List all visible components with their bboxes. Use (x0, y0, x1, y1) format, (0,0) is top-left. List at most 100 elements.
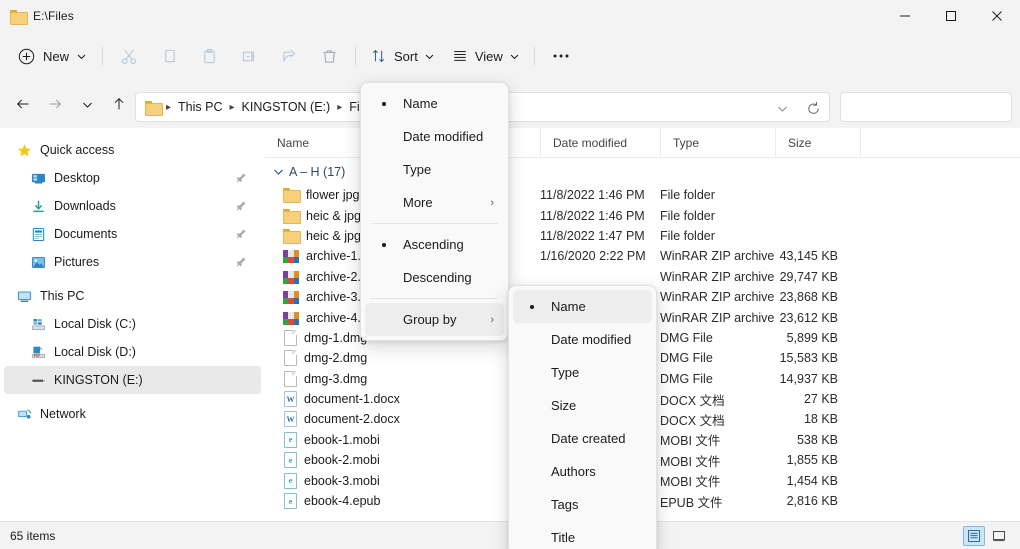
pin-icon[interactable] (235, 171, 247, 189)
sort-button[interactable]: Sort (362, 40, 443, 72)
radio-selected-icon (365, 101, 403, 106)
see-more-button[interactable] (541, 40, 581, 72)
sidebar-item-pictures[interactable]: Pictures (4, 248, 261, 276)
sidebar-item-label: Local Disk (C:) (54, 317, 136, 331)
menu-item-label: More (403, 195, 433, 210)
cut-button[interactable] (109, 40, 149, 72)
sort-menu-item-ascending[interactable]: Ascending (365, 228, 504, 261)
item-count-label: 65 items (10, 528, 56, 543)
file-explorer-window: E:\Files New Sort View ▸ This PC ▸ KINGS… (0, 0, 1020, 549)
delete-button[interactable] (309, 40, 349, 72)
pin-icon[interactable] (235, 199, 247, 217)
sort-menu-item-group-by[interactable]: Group by › (365, 303, 504, 336)
chevron-down-icon (510, 54, 519, 59)
group-by-item-authors[interactable]: Authors (513, 455, 652, 488)
zip-icon (283, 309, 299, 326)
sidebar-item-label: This PC (40, 289, 85, 303)
word-doc-icon: W (284, 391, 297, 408)
sidebar-item-label: Local Disk (D:) (54, 345, 136, 359)
breadcrumb-separator: ▸ (337, 101, 343, 113)
sidebar-item-this-pc[interactable]: This PC (4, 282, 261, 310)
group-by-item-tags[interactable]: Tags (513, 488, 652, 521)
sidebar-item-kingston-e[interactable]: KINGSTON (E:) (4, 366, 261, 394)
recent-locations-button[interactable] (72, 89, 102, 119)
sidebar-item-local-disk-c[interactable]: Local Disk (C:) (4, 310, 261, 338)
size-cell: 1,454 KB (786, 473, 838, 488)
search-input[interactable] (849, 100, 1010, 114)
group-by-item-date-created[interactable]: Date created (513, 422, 652, 455)
file-name-label: heic & jpg (306, 228, 361, 243)
date-modified-cell: 11/8/2022 1:46 PM (540, 208, 645, 223)
scissors-icon (121, 49, 136, 64)
file-name-cell: e ebook-3.mobi (265, 472, 540, 489)
group-by-item-title[interactable]: Title (513, 521, 652, 549)
menu-item-label: Name (403, 96, 438, 111)
column-header-date-modified[interactable]: Date modified (540, 127, 660, 158)
pin-icon[interactable] (235, 227, 247, 245)
up-button[interactable] (104, 89, 134, 119)
large-icons-view-button[interactable] (988, 526, 1010, 546)
zip-icon (283, 248, 299, 265)
paste-button[interactable] (189, 40, 229, 72)
toolbar-separator (102, 47, 104, 65)
sidebar-item-downloads[interactable]: Downloads (4, 192, 261, 220)
sort-context-menu: Name Date modified Type More › Ascending… (360, 82, 509, 341)
forward-button[interactable] (40, 89, 70, 119)
minimize-button[interactable] (882, 0, 928, 32)
sidebar-item-label: Desktop (54, 171, 100, 185)
maximize-button[interactable] (928, 0, 974, 32)
sidebar-item-network[interactable]: Network (4, 400, 261, 428)
column-header-type[interactable]: Type (660, 127, 775, 158)
sidebar-item-documents[interactable]: Documents (4, 220, 261, 248)
drive-icon (30, 316, 46, 332)
rename-button[interactable] (229, 40, 269, 72)
sort-menu-item-more[interactable]: More › (365, 186, 504, 219)
drive-pdf-icon: PDF (30, 344, 46, 360)
sidebar-item-desktop[interactable]: Desktop (4, 164, 261, 192)
group-by-item-type[interactable]: Type (513, 356, 652, 389)
group-by-item-name[interactable]: Name (513, 290, 652, 323)
refresh-button[interactable] (798, 93, 829, 123)
details-view-button[interactable] (963, 525, 985, 546)
previous-locations-button[interactable] (767, 93, 798, 123)
menu-item-label: Group by (403, 312, 457, 327)
explorer-tab[interactable]: E:\Files (0, 0, 86, 32)
back-button[interactable] (8, 89, 38, 119)
star-icon (16, 142, 32, 158)
search-box[interactable] (840, 92, 1012, 122)
sort-menu-item-descending[interactable]: Descending (365, 261, 504, 294)
file-name-cell: e ebook-4.epub (265, 493, 540, 510)
menu-item-label: Date created (551, 431, 626, 446)
sidebar-item-quick-access[interactable]: Quick access (4, 136, 261, 164)
sort-menu-item-type[interactable]: Type (365, 153, 504, 186)
sort-menu-item-date-modified[interactable]: Date modified (365, 120, 504, 153)
pictures-icon (30, 254, 46, 270)
breadcrumb-item-kingston[interactable]: KINGSTON (E:) (238, 98, 335, 116)
menu-item-label: Date modified (403, 129, 484, 144)
sidebar-item-label: Quick access (40, 143, 115, 157)
new-button[interactable]: New (10, 40, 96, 72)
type-cell: DMG File (660, 351, 713, 366)
plus-circle-icon (18, 48, 35, 64)
sidebar-item-label: KINGSTON (E:) (54, 373, 143, 387)
close-button[interactable] (974, 0, 1020, 32)
menu-item-label: Tags (551, 497, 579, 512)
column-header-size[interactable]: Size (775, 127, 860, 158)
share-button[interactable] (269, 40, 309, 72)
group-by-item-date-modified[interactable]: Date modified (513, 323, 652, 356)
group-by-item-size[interactable]: Size (513, 389, 652, 422)
view-button-label: View (474, 48, 503, 64)
menu-item-label: Authors (551, 464, 596, 479)
menu-item-label: Descending (403, 270, 472, 285)
group-by-items: Name Date modified Type Size Date created Aut… (513, 290, 652, 549)
type-cell: EPUB 文件 (660, 495, 723, 510)
menu-item-label: Date modified (551, 332, 632, 347)
sidebar-item-local-disk-d[interactable]: PDF Local Disk (D:) (4, 338, 261, 366)
view-list-icon (454, 51, 466, 61)
sort-menu-item-name[interactable]: Name (365, 87, 504, 120)
view-button[interactable]: View (443, 40, 528, 72)
copy-button[interactable] (149, 40, 189, 72)
size-cell: 27 KB (803, 392, 838, 407)
pin-icon[interactable] (235, 255, 247, 273)
breadcrumb-item-this-pc[interactable]: This PC (174, 98, 226, 116)
